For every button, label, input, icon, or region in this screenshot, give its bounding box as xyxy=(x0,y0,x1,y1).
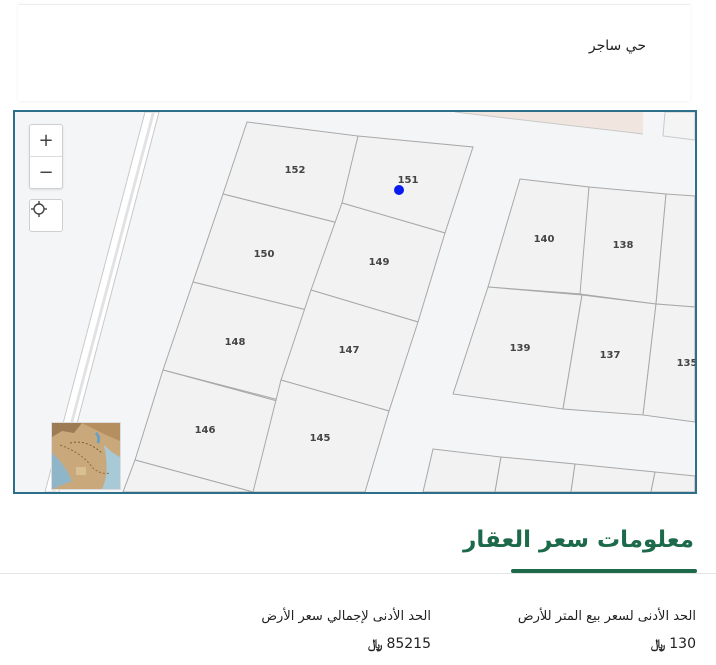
zoom-out-button[interactable]: − xyxy=(30,156,62,188)
parcel-label-148: 148 xyxy=(225,337,246,348)
min-price-per-meter-amount: 130 xyxy=(669,636,696,652)
parcel-label-140: 140 xyxy=(534,234,555,245)
arabia-map-icon xyxy=(52,423,120,489)
parcel-label-150: 150 xyxy=(254,249,275,260)
section-divider xyxy=(0,573,716,574)
location-marker xyxy=(394,185,404,195)
parcel-label-145: 145 xyxy=(310,433,331,444)
zoom-control: + − xyxy=(29,124,63,189)
overview-minimap[interactable] xyxy=(51,422,121,490)
riyal-icon: ﷼ xyxy=(368,637,383,652)
parcel-label-139: 139 xyxy=(510,343,531,354)
min-total-price-value: 85215﷼ xyxy=(368,636,431,652)
min-price-per-meter-label: الحد الأدنى لسعر بيع المتر للأرض xyxy=(517,609,696,624)
map-view[interactable]: 152 151 150 149 148 147 146 145 140 138 … xyxy=(13,110,697,494)
crosshair-icon xyxy=(31,201,47,217)
parcel-label-147: 147 xyxy=(339,345,360,356)
parcel-label-146: 146 xyxy=(195,425,216,436)
zoom-in-button[interactable]: + xyxy=(30,125,62,156)
parcel-label-135: 135 xyxy=(677,358,695,369)
parcel-bottom-2 xyxy=(494,456,576,492)
min-total-price-label: الحد الأدنى لإجمالي سعر الأرض xyxy=(261,609,431,624)
parcel-label-138: 138 xyxy=(613,240,634,251)
riyal-icon: ﷼ xyxy=(650,637,666,652)
parcel-label-137: 137 xyxy=(600,350,621,361)
parcel-bottom-3 xyxy=(570,463,656,492)
parcel-label-152: 152 xyxy=(285,165,306,176)
district-name: حي ساجر xyxy=(588,38,646,54)
locate-button[interactable] xyxy=(29,199,63,232)
parcel-label-151: 151 xyxy=(398,175,419,186)
min-price-per-meter-value: 130﷼ xyxy=(651,636,696,652)
parcel-bottom-1 xyxy=(422,448,502,492)
parcel-bottom-4 xyxy=(650,471,695,492)
parcel-label-149: 149 xyxy=(369,257,390,268)
min-total-price-amount: 85215 xyxy=(386,636,431,652)
price-section-title: معلومات سعر العقار xyxy=(463,527,694,553)
district-card: حي ساجر xyxy=(18,4,690,101)
